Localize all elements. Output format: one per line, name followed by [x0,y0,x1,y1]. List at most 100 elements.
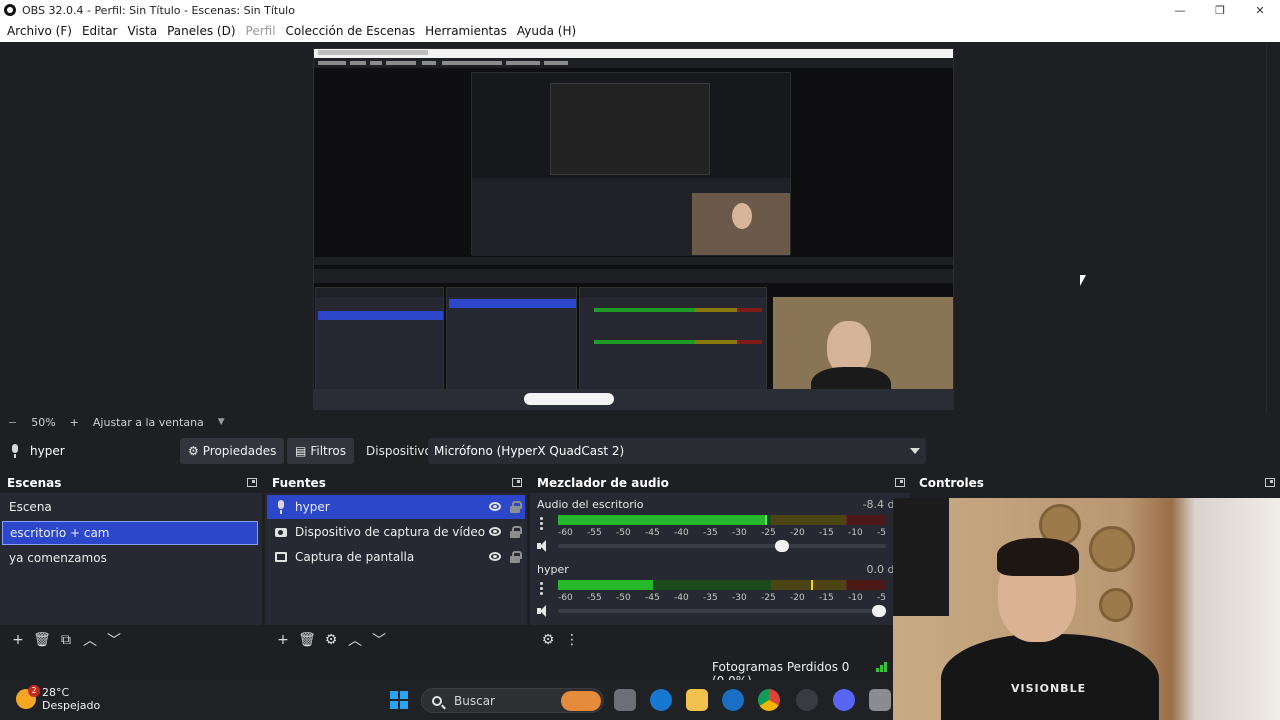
menu-ayuda[interactable]: Ayuda (H) [512,24,581,38]
move-scene-up-button[interactable]: ︿ [78,630,102,650]
lock-icon[interactable] [510,526,522,538]
sun-icon: 2 [16,685,40,709]
source-label: Dispositivo de captura de vídeo [295,525,486,539]
sources-dock-header: Fuentes [265,473,527,493]
volume-slider-knob[interactable] [872,605,886,617]
weather-widget[interactable]: 2 28°C Despejado [16,685,100,712]
sources-title: Fuentes [272,476,326,490]
device-select[interactable]: Micrófono (HyperX QuadCast 2) [428,438,926,464]
properties-button[interactable]: ⚙ Propiedades [180,438,285,464]
obs-taskbar-icon[interactable] [796,689,818,711]
scene-item-selected[interactable]: escritorio + cam [2,521,258,545]
source-item[interactable]: Captura de pantalla [267,545,525,569]
scenes-list: Escena escritorio + cam ya comenzamos [0,495,262,625]
move-source-down-button[interactable]: ﹀ [367,630,391,650]
add-source-button[interactable]: + [271,632,295,648]
visibility-eye-icon[interactable] [489,502,501,511]
nested-sources-dock [446,287,577,397]
window-controls: — ❐ ✕ [1160,0,1280,20]
source-item[interactable]: Dispositivo de captura de vídeo [267,520,525,544]
preview-scrollbar[interactable] [1266,42,1280,412]
edge-icon[interactable] [650,689,672,711]
filters-button[interactable]: ▤ Filtros [287,438,355,464]
sources-list: hyper Dispositivo de captura de vídeo Ca… [265,495,527,625]
discord-icon[interactable] [833,689,855,711]
visibility-eye-icon[interactable] [489,552,501,561]
channel-menu-icon[interactable] [540,517,544,530]
remove-source-button[interactable]: 🗑 [295,632,319,648]
add-scene-button[interactable]: + [6,632,30,648]
status-bar: Fotogramas Perdidos 0 (0.0%) [0,656,893,688]
undock-icon[interactable] [247,478,257,487]
menu-coleccion-escenas[interactable]: Colección de Escenas [281,24,421,38]
close-button[interactable]: ✕ [1240,0,1280,20]
move-scene-down-button[interactable]: ﹀ [102,630,126,650]
zoom-dropdown-icon[interactable]: ▼ [218,417,225,427]
remove-scene-button[interactable]: 🗑 [30,632,54,648]
scene-label: ya comenzamos [9,551,107,565]
volume-slider[interactable] [558,605,886,617]
nested-mixer-dock [579,287,767,397]
nested-context-row [314,269,953,283]
scene-item[interactable]: ya comenzamos [2,546,258,570]
minimize-button[interactable]: — [1160,0,1200,20]
filters-label: Filtros [310,444,347,458]
program-preview[interactable] [313,48,954,410]
mixer-channels: Audio del escritorio -8.4 dB -60 -55 -50 -4… [530,495,910,625]
gear-icon: ⚙ [188,444,199,458]
source-item-selected[interactable]: hyper [267,495,525,519]
microphone-icon [10,444,20,458]
mixer-menu-button[interactable]: ⋮ [560,632,584,648]
scene-filters-button[interactable]: ⧉ [54,632,78,648]
lock-icon[interactable] [510,551,522,563]
maximize-button[interactable]: ❐ [1200,0,1240,20]
hp-icon[interactable] [722,689,744,711]
mixer-title: Mezclador de audio [537,476,669,490]
source-properties-button[interactable]: ⚙ [319,632,343,648]
settings-icon[interactable] [869,689,891,711]
chrome-icon[interactable] [758,689,780,711]
menu-paneles[interactable]: Paneles (D) [162,24,240,38]
channel-name: hyper [537,563,569,576]
audio-mixer-dock: Mezclador de audio Audio del escritorio … [530,473,910,655]
windows-start-icon[interactable] [390,691,408,709]
zoom-out-button[interactable]: − [8,416,17,429]
taskbar-search[interactable]: Buscar [421,688,604,713]
move-source-up-button[interactable]: ︿ [343,630,367,650]
source-label: Captura de pantalla [295,550,415,564]
nested-title-bar [314,49,953,58]
visibility-eye-icon[interactable] [489,527,501,536]
menu-editar[interactable]: Editar [77,24,123,38]
volume-slider[interactable] [558,540,886,552]
title-bar: OBS 32.0.4 - Perfil: Sin Título - Escena… [0,0,1280,20]
search-icon [432,695,442,706]
lock-icon[interactable] [510,501,522,513]
studio-light [893,498,949,616]
speaker-icon[interactable] [537,605,551,617]
channel-name: Audio del escritorio [537,498,644,511]
undock-icon[interactable] [512,478,522,487]
menu-archivo[interactable]: Archivo (F) [2,24,77,38]
task-view-icon[interactable] [614,689,636,711]
search-highlight-icon [561,691,601,711]
source-label: hyper [295,500,330,514]
scene-item[interactable]: Escena [2,495,258,519]
menu-herramientas[interactable]: Herramientas [420,24,512,38]
menu-vista[interactable]: Vista [122,24,162,38]
device-select-value: Micrófono (HyperX QuadCast 2) [434,444,625,458]
wall-decoration [1099,588,1133,622]
zoom-in-button[interactable]: + [70,416,79,429]
undock-icon[interactable] [895,478,905,487]
undock-icon[interactable] [1265,478,1275,487]
scenes-dock-header: Escenas [0,473,262,493]
menu-perfil[interactable]: Perfil [241,24,281,38]
volume-meter [558,515,886,525]
volume-slider-knob[interactable] [774,540,789,552]
advanced-audio-button[interactable]: ⚙ [536,632,560,648]
fit-to-window-button[interactable]: Ajustar a la ventana [93,416,204,429]
speaker-icon[interactable] [537,540,551,552]
file-explorer-icon[interactable] [686,689,708,711]
person-shirt [941,634,1159,720]
webcam-overlay: VISIONBLE [893,498,1280,720]
channel-menu-icon[interactable] [540,582,544,595]
